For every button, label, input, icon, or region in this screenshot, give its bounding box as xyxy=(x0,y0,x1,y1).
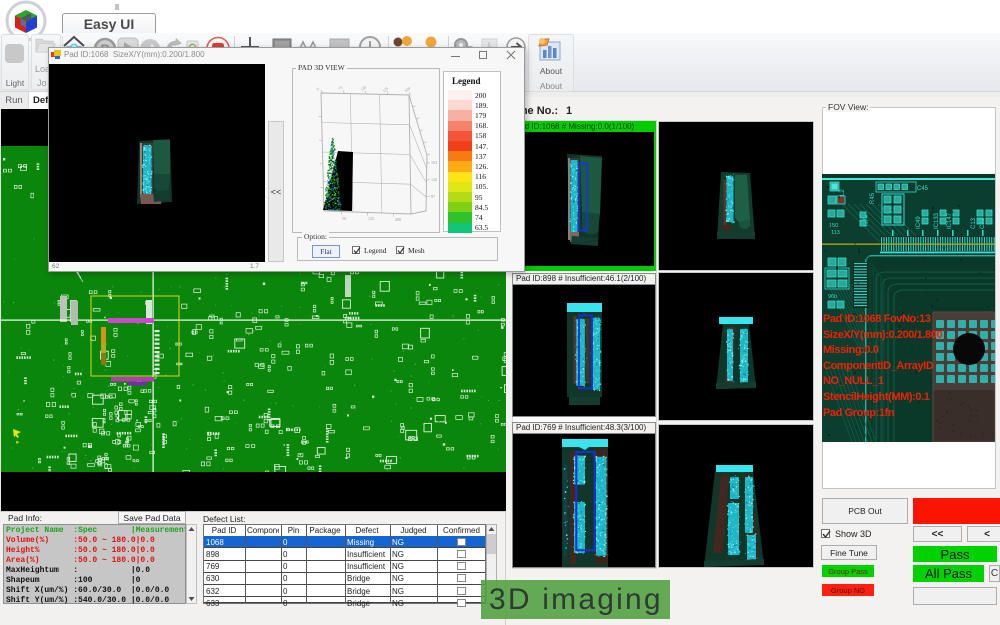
svg-text:120: 120 xyxy=(431,177,437,182)
svg-text:IC49: IC49 xyxy=(916,216,922,229)
svg-text:0: 0 xyxy=(315,86,320,91)
svg-text:L2: L2 xyxy=(840,189,846,196)
svg-text:87: 87 xyxy=(431,194,435,199)
svg-text:Pad ID:1068 FovNo:13: Pad ID:1068 FovNo:13 xyxy=(823,313,931,325)
svg-text:StencilHeight(MM):0.1: StencilHeight(MM):0.1 xyxy=(823,391,930,403)
svg-text:150: 150 xyxy=(359,85,367,93)
svg-text:125: 125 xyxy=(368,216,374,221)
svg-text:153: 153 xyxy=(431,160,437,165)
svg-text:C45: C45 xyxy=(917,186,929,192)
svg-text:Missing:0.0: Missing:0.0 xyxy=(823,344,879,356)
svg-text:Pad Group:1fn: Pad Group:1fn xyxy=(823,407,895,419)
svg-text:R45: R45 xyxy=(870,192,876,204)
svg-text:75: 75 xyxy=(337,85,343,91)
svg-text:200: 200 xyxy=(395,217,401,222)
svg-text:96b: 96b xyxy=(828,294,837,300)
svg-text:IC133: IC133 xyxy=(934,212,940,229)
svg-text:C22: C22 xyxy=(980,217,986,229)
svg-text:225: 225 xyxy=(381,86,389,94)
svg-text:NO_NULL_1: NO_NULL_1 xyxy=(823,375,884,387)
svg-text:113: 113 xyxy=(831,230,840,236)
svg-text:50: 50 xyxy=(342,216,346,221)
svg-text:C13: C13 xyxy=(971,217,977,229)
svg-text:ComponentID_ArrayID: ComponentID_ArrayID xyxy=(823,360,934,372)
svg-text:300: 300 xyxy=(403,86,411,94)
svg-text:SizeX/Y(mm):0.200/1.800: SizeX/Y(mm):0.200/1.800 xyxy=(823,329,942,341)
svg-text:IC147: IC147 xyxy=(947,212,953,229)
svg-text:150: 150 xyxy=(829,223,838,229)
